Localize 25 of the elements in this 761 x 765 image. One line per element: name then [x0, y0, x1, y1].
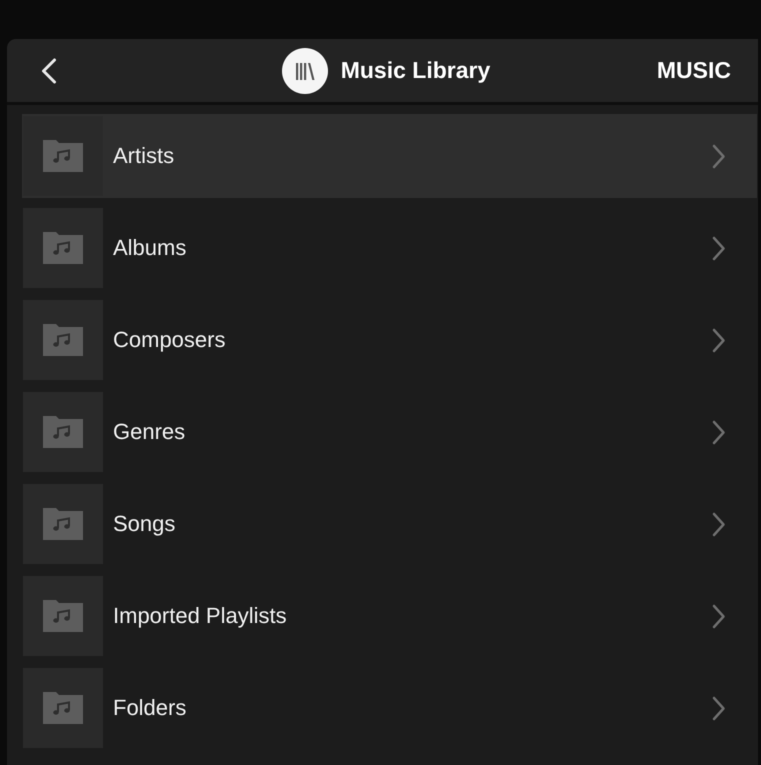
- chevron-right-icon: [711, 142, 727, 170]
- section-title: MUSIC: [656, 57, 731, 84]
- library-item[interactable]: Imported Playlists: [22, 574, 757, 658]
- music-folder-icon: [23, 484, 103, 564]
- chevron-right-icon: [711, 234, 727, 262]
- chevron-right-icon: [711, 602, 727, 630]
- back-button[interactable]: [41, 58, 57, 84]
- library-item[interactable]: Folders: [22, 666, 757, 750]
- window-title: Music Library: [340, 57, 490, 84]
- chevron-left-icon: [41, 58, 57, 84]
- library-item[interactable]: Albums: [22, 206, 757, 290]
- music-folder-icon: [23, 668, 103, 748]
- library-item[interactable]: Composers: [22, 298, 757, 382]
- chevron-right-icon: [711, 694, 727, 722]
- music-folder-icon: [23, 208, 103, 288]
- library-item[interactable]: Genres: [22, 390, 757, 474]
- chevron-right-icon: [711, 418, 727, 446]
- library-item[interactable]: Artists: [22, 114, 757, 198]
- chevron-right-icon: [711, 326, 727, 354]
- library-item[interactable]: Songs: [22, 482, 757, 566]
- music-folder-icon: [23, 392, 103, 472]
- music-folder-icon: [23, 300, 103, 380]
- chevron-right-icon: [711, 510, 727, 538]
- music-folder-icon: [23, 576, 103, 656]
- book-stack-logo-icon: [282, 48, 328, 94]
